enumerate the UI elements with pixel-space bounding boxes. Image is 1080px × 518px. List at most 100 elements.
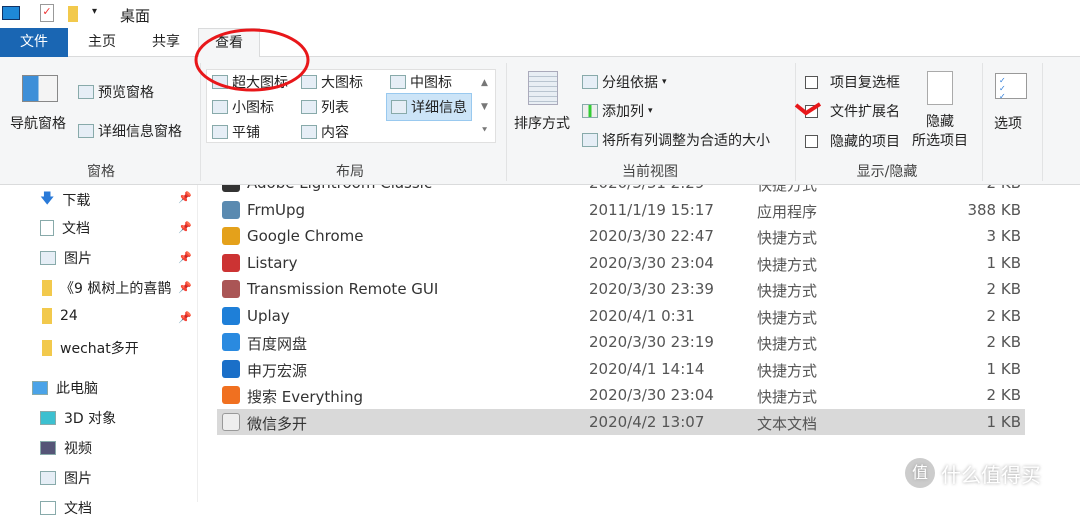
file-name: Uplay	[247, 306, 290, 325]
sidebar-item-label: 文档	[64, 501, 92, 517]
file-type: 快捷方式	[757, 388, 818, 406]
chevron-down-icon[interactable]: ▾	[92, 6, 97, 17]
tiles-icon	[212, 125, 228, 139]
red-check-annotation	[794, 102, 822, 116]
preview-pane-label: 预览窗格	[98, 85, 154, 101]
pin-icon[interactable]: 📌	[178, 311, 192, 324]
group-label-current-view: 当前视图	[622, 164, 678, 180]
group-label-layout: 布局	[336, 164, 364, 180]
add-column-button[interactable]: 添加列 ▾	[582, 101, 653, 121]
pin-icon[interactable]: 📌	[178, 281, 192, 294]
file-row[interactable]: Transmission Remote GUI 2020/3/30 23:39 …	[217, 276, 1025, 303]
sidebar-item-documents[interactable]: 文档	[40, 218, 90, 238]
sidebar-item-pictures[interactable]: 图片	[40, 248, 92, 268]
navigation-pane: 🡇 下载 📌 文档 📌 图片 📌 《9 枫树上的喜鹊 📌 24 📌 wechat多…	[0, 185, 198, 517]
sort-button[interactable]: 排序方式	[514, 113, 570, 133]
properties-icon[interactable]: ✓	[40, 4, 54, 22]
group-by-label: 分组依据	[602, 75, 658, 91]
preview-pane-button[interactable]: 预览窗格	[78, 82, 154, 102]
tab-file[interactable]: 文件	[0, 28, 68, 57]
ribbon: 导航窗格 预览窗格 详细信息窗格 窗格 超大图标 大图标 中图标 小图标 列表 …	[0, 57, 1080, 185]
file-size: 388 KB	[967, 200, 1021, 219]
layout-content[interactable]: 内容	[301, 122, 349, 142]
file-size: 1 KB	[986, 253, 1021, 272]
sidebar-item-this-pc[interactable]: 此电脑	[32, 378, 98, 398]
file-row[interactable]: FrmUpg 2011/1/19 15:17 应用程序 388 KB	[217, 197, 1025, 224]
red-circle-annotation	[194, 28, 310, 92]
sidebar-item-folder[interactable]: 《9 枫树上的喜鹊	[42, 278, 174, 298]
watermark-text: 什么值得买	[941, 462, 1041, 487]
checkbox[interactable]	[805, 75, 818, 89]
group-by-icon	[582, 75, 598, 89]
small-icons-icon	[212, 100, 228, 114]
file-type: 文本文档	[757, 414, 818, 433]
chevron-down-icon: ▾	[662, 77, 667, 87]
sidebar-item-folder[interactable]: wechat多开	[42, 338, 139, 358]
tab-home[interactable]: 主页	[70, 28, 134, 57]
file-name: 微信多开	[247, 414, 308, 433]
group-by-button[interactable]: 分组依据 ▾	[582, 72, 667, 92]
sidebar-item-documents[interactable]: 文档	[40, 498, 92, 518]
explorer-icon	[2, 6, 20, 20]
layout-label: 大图标	[321, 75, 363, 91]
file-size: 2 KB	[986, 306, 1021, 325]
file-list: Adobe Lightroom Classic 2020/3/31 2:29 快…	[198, 170, 1080, 502]
details-pane-button[interactable]: 详细信息窗格	[78, 121, 182, 141]
layout-label: 列表	[321, 100, 349, 116]
file-row[interactable]: 百度网盘 2020/3/30 23:19 快捷方式 2 KB	[217, 329, 1025, 356]
sidebar-item-label: 文档	[62, 221, 90, 237]
file-row[interactable]: Uplay 2020/4/1 0:31 快捷方式 2 KB	[217, 303, 1025, 330]
options-button[interactable]: 选项	[994, 113, 1022, 133]
file-row[interactable]: Google Chrome 2020/3/30 22:47 快捷方式 3 KB	[217, 223, 1025, 250]
sidebar-item-label: 图片	[64, 251, 92, 267]
file-type: 快捷方式	[757, 361, 818, 380]
details-pane-icon	[78, 124, 94, 138]
pictures-icon	[40, 471, 56, 485]
pin-icon[interactable]: 📌	[178, 191, 192, 204]
file-icon	[222, 253, 240, 272]
cube-icon	[40, 411, 56, 425]
logo-badge-icon: 值	[905, 458, 935, 488]
hidden-items-toggle[interactable]: 隐藏的项目	[805, 131, 900, 151]
sidebar-item-pictures[interactable]: 图片	[40, 468, 92, 488]
hide-selected-button[interactable]: 隐藏 所选项目	[908, 113, 972, 151]
sidebar-item-label: 图片	[64, 471, 92, 487]
checkbox[interactable]	[805, 134, 818, 148]
file-row[interactable]: Listary 2020/3/30 23:04 快捷方式 1 KB	[217, 250, 1025, 277]
file-row[interactable]: 微信多开 2020/4/2 13:07 文本文档 1 KB	[217, 408, 1025, 435]
folder-icon	[42, 308, 52, 324]
options-icon: ✓ ✓ ✓	[995, 73, 1027, 101]
add-column-label: 添加列	[602, 104, 644, 120]
file-type: 应用程序	[757, 202, 818, 221]
new-folder-icon[interactable]	[68, 6, 78, 22]
gallery-scroll[interactable]: ▲ ▼ ⯆	[481, 71, 488, 143]
sidebar-item-label: wechat多开	[60, 341, 139, 357]
file-size: 2 KB	[986, 333, 1021, 351]
sidebar-item-3d-objects[interactable]: 3D 对象	[40, 408, 116, 428]
sidebar-item-videos[interactable]: 视频	[40, 438, 92, 458]
file-row[interactable]: 搜索 Everything 2020/3/30 23:04 快捷方式 2 KB	[217, 382, 1025, 409]
tab-share[interactable]: 共享	[134, 28, 198, 57]
layout-tiles[interactable]: 平铺	[212, 122, 260, 142]
group-label-show-hide: 显示/隐藏	[856, 164, 918, 180]
sidebar-item-folder[interactable]: 24	[42, 308, 78, 324]
file-size: 2 KB	[986, 280, 1021, 298]
window-title: 桌面	[120, 7, 151, 25]
content-icon	[301, 125, 317, 139]
fit-columns-button[interactable]: 将所有列调整为合适的大小	[582, 130, 770, 150]
add-column-icon	[582, 104, 598, 118]
item-checkboxes-toggle[interactable]: 项目复选框	[805, 72, 900, 92]
nav-pane-button[interactable]: 导航窗格	[10, 113, 66, 133]
file-icon	[222, 333, 240, 351]
layout-medium-icons[interactable]: 中图标	[390, 72, 452, 92]
file-name: 申万宏源	[247, 361, 308, 380]
pin-icon[interactable]: 📌	[178, 221, 192, 234]
file-date: 2020/3/30 22:47	[589, 227, 714, 245]
computer-icon	[32, 381, 48, 395]
pin-icon[interactable]: 📌	[178, 251, 192, 264]
file-size: 2 KB	[986, 386, 1021, 404]
list-icon	[301, 100, 317, 114]
sidebar-item-downloads[interactable]: 🡇 下载	[40, 188, 90, 212]
file-row[interactable]: 申万宏源 2020/4/1 14:14 快捷方式 1 KB	[217, 356, 1025, 383]
layout-details[interactable]: 详细信息	[386, 93, 472, 121]
